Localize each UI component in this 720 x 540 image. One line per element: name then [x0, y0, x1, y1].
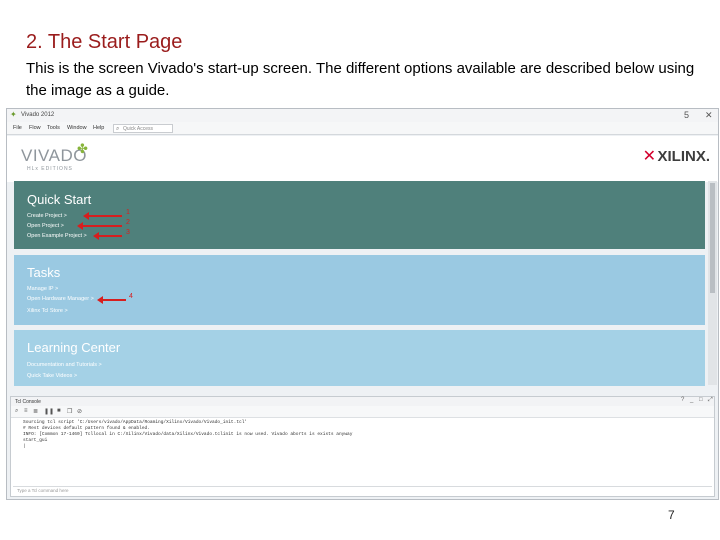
tasks-title: Tasks: [27, 265, 61, 280]
quick-access-input[interactable]: ⌕ Quick Access: [113, 124, 173, 133]
xilinx-tcl-store-link[interactable]: Xilinx Tcl Store >: [27, 308, 68, 314]
tcl-command-input[interactable]: Type a Tcl command here: [13, 486, 712, 495]
copy-icon[interactable]: ❐: [67, 408, 72, 415]
console-line: INFO: [Common 17-1460] Tcllocal in C:/Xi…: [23, 432, 353, 437]
menu-bar: File Flow Tools Window Help ⌕ Quick Acce…: [7, 122, 718, 135]
collapse-icon[interactable]: ≡: [24, 408, 28, 414]
vivado-edition: HLx EDITIONS: [27, 166, 73, 172]
annotation-arrow-3: [93, 232, 122, 240]
tasks-panel: Tasks Manage IP > Open Hardware Manager …: [14, 255, 705, 325]
annotation-arrow-2: [77, 222, 122, 230]
tcl-console-output: Sourcing tcl script 'C:/Users/vivado/App…: [23, 420, 352, 450]
page-number: 7: [668, 508, 675, 522]
minimize-icon[interactable]: _: [690, 397, 693, 403]
search-icon[interactable]: ⌕: [15, 408, 18, 415]
quick-take-videos-link[interactable]: Quick Take Videos >: [27, 373, 77, 379]
search-icon: ⌕: [116, 126, 120, 132]
stop-icon[interactable]: ■: [57, 408, 61, 414]
documentation-tutorials-link[interactable]: Documentation and Tutorials >: [27, 362, 102, 368]
restore-button[interactable]: 5: [684, 110, 689, 120]
annotation-number-2: 2: [126, 219, 130, 226]
slide-body: This is the screen Vivado's start-up scr…: [26, 60, 695, 99]
quick-start-title: Quick Start: [27, 192, 92, 207]
menu-window[interactable]: Window: [67, 125, 87, 131]
slide-title: 2. The Start Page: [26, 31, 183, 53]
annotation-number-4: 4: [129, 293, 133, 300]
vivado-leaf-icon: ✤: [77, 141, 88, 156]
vivado-screenshot: ✦ Vivado 2012 5 ✕ File Flow Tools Window…: [6, 108, 719, 500]
create-project-link[interactable]: Create Project >: [27, 213, 67, 219]
start-page-header: VIVADO ✤ HLx EDITIONS ✕ XILINX.: [7, 136, 718, 182]
manage-ip-link[interactable]: Manage IP >: [27, 286, 58, 292]
close-button[interactable]: ✕: [705, 110, 713, 121]
open-example-project-link[interactable]: Open Example Project >: [27, 233, 87, 239]
maximize-icon[interactable]: □: [699, 397, 703, 403]
annotation-arrow-4: [97, 296, 126, 304]
xilinx-mark-icon: ✕: [642, 148, 656, 165]
xilinx-logo: XILINX.: [657, 148, 710, 165]
pause-icon[interactable]: ❚❚: [44, 408, 54, 415]
quick-start-panel: Quick Start Create Project > Open Projec…: [14, 181, 705, 249]
menu-tools[interactable]: Tools: [47, 125, 60, 131]
scrollbar-thumb[interactable]: [710, 183, 715, 293]
console-line: |: [23, 444, 26, 449]
tcl-console-header: Tcl Console ? _ □ ⤢: [11, 397, 714, 406]
expand-icon[interactable]: ≣: [33, 408, 38, 415]
menu-help[interactable]: Help: [93, 125, 104, 131]
help-icon[interactable]: ?: [681, 397, 684, 403]
window-titlebar: ✦ Vivado 2012 5 ✕: [7, 109, 718, 122]
menu-file[interactable]: File: [13, 125, 22, 131]
float-icon[interactable]: ⤢: [708, 397, 713, 404]
annotation-number-1: 1: [126, 209, 130, 216]
annotation-number-3: 3: [126, 229, 130, 236]
vivado-app-icon: ✦: [10, 110, 17, 119]
learning-center-panel: Learning Center Documentation and Tutori…: [14, 330, 705, 386]
open-hardware-manager-link[interactable]: Open Hardware Manager >: [27, 296, 94, 302]
learning-center-title: Learning Center: [27, 340, 121, 355]
clear-icon[interactable]: ⊘: [77, 408, 82, 415]
tcl-console-title: Tcl Console: [15, 399, 41, 405]
start-page-scrollbar[interactable]: [708, 181, 717, 385]
open-project-link[interactable]: Open Project >: [27, 223, 64, 229]
menu-flow[interactable]: Flow: [29, 125, 41, 131]
window-title: Vivado 2012: [21, 112, 55, 118]
quick-access-placeholder: Quick Access: [123, 126, 154, 132]
annotation-arrow-1: [83, 212, 122, 220]
tcl-console-panel: Tcl Console ? _ □ ⤢ ⌕ ≡ ≣ ❚❚ ■ ❐ ⊘ Sourc…: [10, 396, 715, 497]
tcl-toolbar: ⌕ ≡ ≣ ❚❚ ■ ❐ ⊘: [11, 406, 714, 418]
